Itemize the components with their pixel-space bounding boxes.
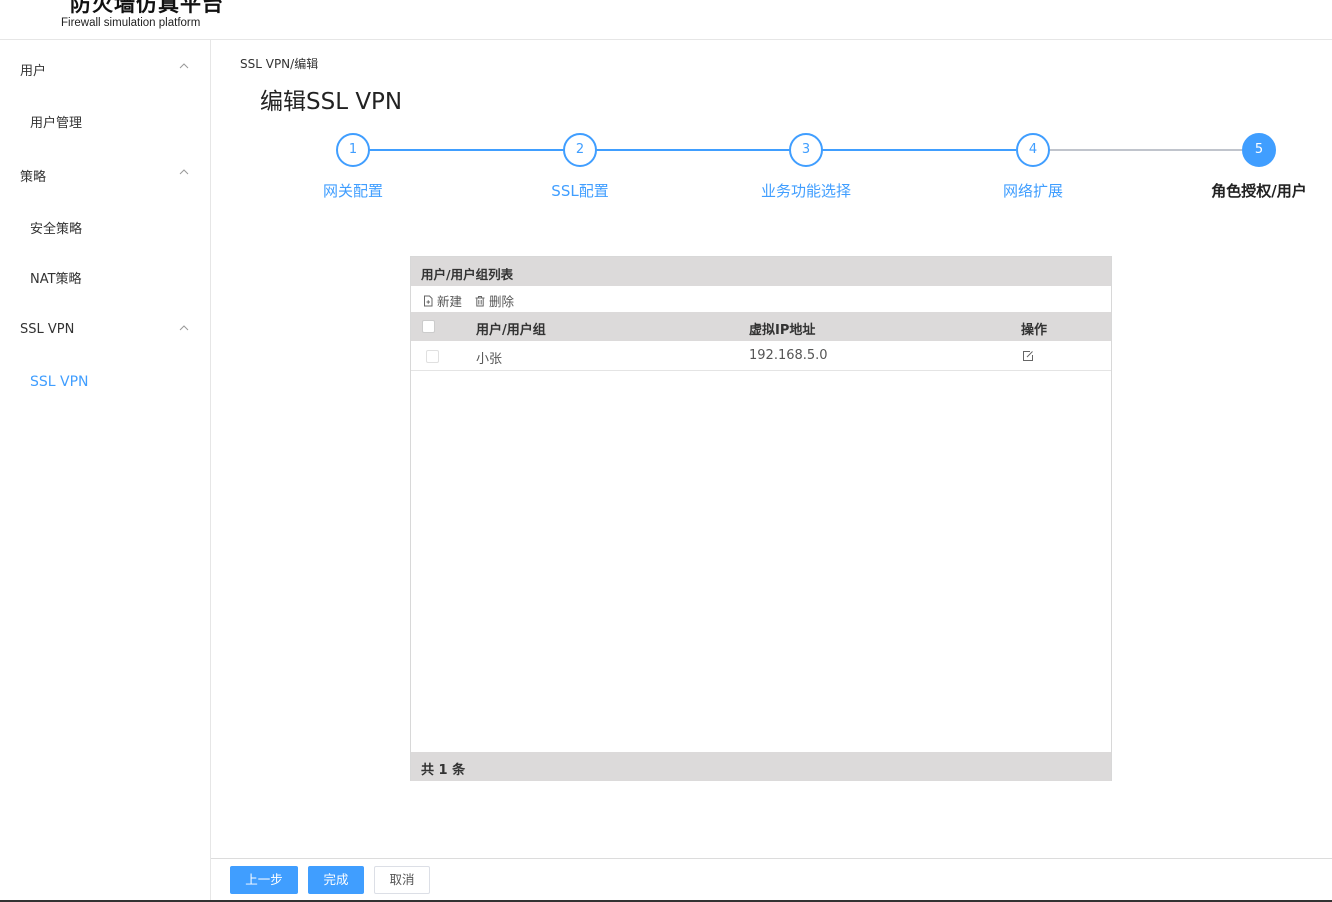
delete-button[interactable]: 删除 xyxy=(474,291,514,310)
select-all-checkbox[interactable] xyxy=(422,320,435,333)
step-3-label: 业务功能选择 xyxy=(760,182,852,200)
sidebar-item-security-policy[interactable]: 安全策略 xyxy=(0,212,210,242)
logo-title: 防火墙仿真平台 xyxy=(70,0,224,16)
step-connector xyxy=(822,149,1016,151)
table-header: 用户/用户组 虚拟IP地址 操作 xyxy=(411,312,1111,341)
total-count: 共 1 条 xyxy=(421,763,466,778)
sidebar-group-label: 用户 xyxy=(20,64,47,79)
step-5-label: 角色授权/用户 xyxy=(1211,182,1307,200)
column-header-user: 用户/用户组 xyxy=(476,323,546,338)
new-button[interactable]: 新建 xyxy=(422,291,462,310)
chevron-up-icon xyxy=(179,325,189,331)
table-row: 小张 192.168.5.0 xyxy=(411,341,1111,371)
sidebar-item-ssl-vpn[interactable]: SSL VPN xyxy=(0,368,210,398)
breadcrumb: SSL VPN/编辑 xyxy=(240,57,319,71)
new-button-label: 新建 xyxy=(437,294,463,309)
app-header: 防火墙仿真平台 Firewall simulation platform xyxy=(0,0,1332,40)
step-5-circle: 5 xyxy=(1242,133,1276,167)
step-connector xyxy=(1049,149,1242,151)
user-list-panel: 用户/用户组列表 新建 删除 用户/用户组 虚拟IP地址 操作 小张 192.1… xyxy=(410,256,1112,781)
new-file-icon xyxy=(424,295,433,306)
action-bar: 上一步 完成 取消 xyxy=(211,858,1332,900)
sidebar-item-label: 安全策略 xyxy=(30,222,83,237)
step-connector xyxy=(596,149,790,151)
step-1-circle: 1 xyxy=(336,133,370,167)
logo-subtitle: Firewall simulation platform xyxy=(61,17,201,29)
edit-icon[interactable] xyxy=(1022,350,1034,362)
sidebar-group-user[interactable]: 用户 xyxy=(0,54,210,84)
step-2-label: SSL配置 xyxy=(551,182,609,200)
chevron-up-icon xyxy=(179,63,189,69)
trash-icon xyxy=(475,295,485,306)
panel-title: 用户/用户组列表 xyxy=(421,267,514,282)
delete-button-label: 删除 xyxy=(489,294,515,309)
prev-step-button[interactable]: 上一步 xyxy=(230,866,298,894)
step-1-label: 网关配置 xyxy=(322,182,384,200)
column-header-action: 操作 xyxy=(1021,323,1048,338)
row-checkbox[interactable] xyxy=(426,350,439,363)
cell-user: 小张 xyxy=(476,352,503,367)
step-4-circle: 4 xyxy=(1016,133,1050,167)
finish-button[interactable]: 完成 xyxy=(308,866,364,894)
step-2-circle: 2 xyxy=(563,133,597,167)
cancel-button[interactable]: 取消 xyxy=(374,866,430,894)
panel-header: 用户/用户组列表 xyxy=(411,257,1111,286)
sidebar-item-label: SSL VPN xyxy=(30,374,89,390)
cell-virtual-ip: 192.168.5.0 xyxy=(749,348,828,363)
page-title: 编辑SSL VPN xyxy=(260,89,403,115)
sidebar-item-nat-policy[interactable]: NAT策略 xyxy=(0,262,210,292)
step-3-circle: 3 xyxy=(789,133,823,167)
step-connector xyxy=(369,149,564,151)
panel-footer: 共 1 条 xyxy=(411,752,1111,781)
sidebar-group-label: SSL VPN xyxy=(20,322,75,337)
step-4-label: 网络扩展 xyxy=(1002,182,1064,200)
column-header-virtual-ip: 虚拟IP地址 xyxy=(749,323,816,338)
wizard-steps: 1 2 3 4 5 网关配置 SSL配置 业务功能选择 网络扩展 角色授权/用户 xyxy=(0,130,1332,210)
sidebar-group-ssl-vpn[interactable]: SSL VPN xyxy=(0,316,210,346)
sidebar-item-label: 用户管理 xyxy=(30,116,83,131)
sidebar-item-label: NAT策略 xyxy=(30,272,82,287)
table-toolbar: 新建 删除 xyxy=(411,286,1111,312)
